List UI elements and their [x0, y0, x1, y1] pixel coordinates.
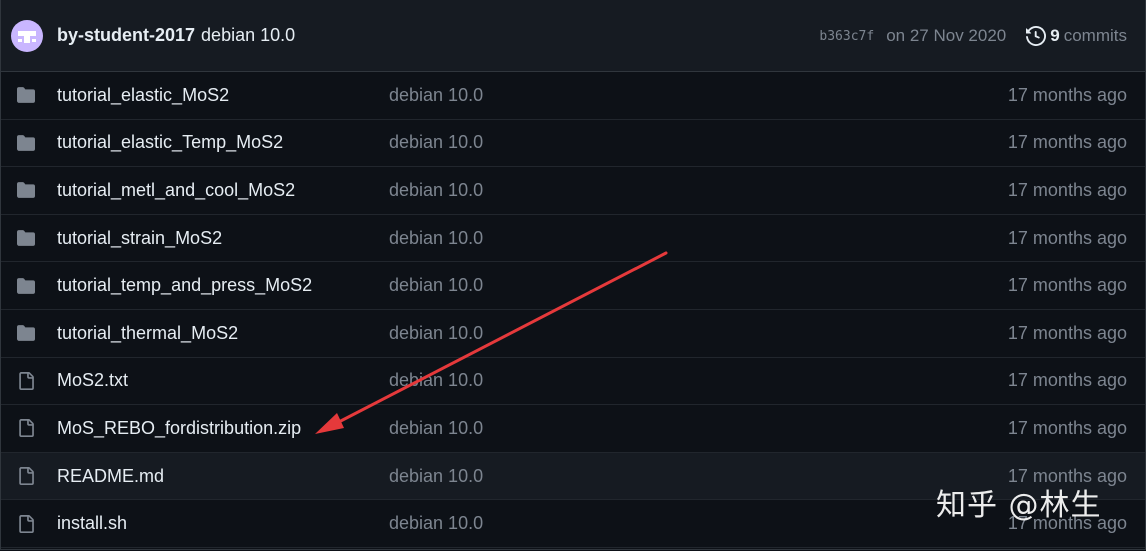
file-list: tutorial_elastic_MoS2 debian 10.0 17 month…	[1, 72, 1145, 548]
file-row[interactable]: tutorial_elastic_Temp_MoS2 debian 10.0 17 …	[1, 120, 1145, 168]
commits-history-link[interactable]: 9 commits	[1026, 26, 1127, 46]
file-commit-message-link[interactable]: debian 10.0	[389, 85, 1008, 106]
file-commit-message-link[interactable]: debian 10.0	[389, 132, 1008, 153]
history-icon	[1026, 25, 1047, 46]
file-row[interactable]: MoS2.txt debian 10.0 17 months ago	[1, 358, 1145, 406]
file-row[interactable]: tutorial_thermal_MoS2 debian 10.0 17 month…	[1, 310, 1145, 358]
file-commit-message-link[interactable]: debian 10.0	[389, 418, 1008, 439]
file-commit-message-link[interactable]: debian 10.0	[389, 180, 1008, 201]
folder-icon	[15, 229, 37, 247]
commit-sha-link[interactable]: b363c7f	[819, 29, 874, 44]
file-commit-age: 17 months ago	[1007, 417, 1127, 438]
file-name-link[interactable]: install.sh	[57, 513, 389, 534]
file-commit-message-link[interactable]: debian 10.0	[389, 228, 1008, 249]
file-commit-message-link[interactable]: debian 10.0	[389, 513, 1008, 534]
file-icon	[15, 514, 37, 534]
folder-icon	[15, 324, 37, 342]
file-commit-age: 17 months ago	[1007, 179, 1127, 200]
commit-date: on 27 Nov 2020	[886, 25, 1007, 45]
folder-icon	[15, 277, 37, 295]
file-commit-message-link[interactable]: debian 10.0	[389, 466, 1008, 487]
folder-icon	[15, 134, 37, 152]
file-name-link[interactable]: tutorial_elastic_MoS2	[57, 85, 389, 106]
repo-file-browser: by-student-2017 debian 10.0 b363c7f on 2…	[0, 0, 1146, 550]
file-commit-message-link[interactable]: debian 10.0	[389, 370, 1008, 391]
file-name-link[interactable]: tutorial_strain_MoS2	[57, 228, 389, 249]
commits-count: 9	[1050, 25, 1060, 45]
file-name-link[interactable]: tutorial_metl_and_cool_MoS2	[57, 180, 389, 201]
file-name-link[interactable]: tutorial_temp_and_press_MoS2	[57, 275, 389, 296]
file-commit-age: 17 months ago	[1007, 370, 1127, 391]
file-name-link[interactable]: README.md	[57, 466, 389, 487]
file-name-link[interactable]: MoS_REBO_fordistribution.zip	[57, 418, 389, 439]
latest-commit-bar: by-student-2017 debian 10.0 b363c7f on 2…	[1, 0, 1145, 72]
file-commit-age: 17 months ago	[1007, 84, 1127, 105]
file-icon	[15, 371, 37, 391]
file-name-link[interactable]: tutorial_elastic_Temp_MoS2	[57, 132, 389, 153]
watermark: 知乎 @林生	[936, 488, 1102, 523]
file-commit-age: 17 months ago	[1007, 227, 1127, 248]
file-row[interactable]: MoS_REBO_fordistribution.zip debian 10.0 1…	[1, 405, 1145, 453]
author-avatar[interactable]	[11, 19, 43, 52]
file-name-link[interactable]: tutorial_thermal_MoS2	[57, 323, 389, 344]
commit-author-link[interactable]: by-student-2017	[57, 25, 195, 46]
file-icon	[15, 466, 37, 486]
file-commit-message-link[interactable]: debian 10.0	[389, 275, 1008, 296]
folder-icon	[15, 181, 37, 199]
file-commit-age: 17 months ago	[1007, 275, 1127, 296]
avatar-identicon	[18, 30, 36, 43]
file-row[interactable]: tutorial_metl_and_cool_MoS2 debian 10.0 17…	[1, 167, 1145, 215]
commits-label: commits	[1063, 25, 1127, 45]
commit-message-link[interactable]: debian 10.0	[201, 25, 295, 46]
file-row[interactable]: tutorial_elastic_MoS2 debian 10.0 17 month…	[1, 72, 1145, 120]
file-name-link[interactable]: MoS2.txt	[57, 370, 389, 391]
folder-icon	[15, 86, 37, 104]
file-commit-message-link[interactable]: debian 10.0	[389, 323, 1008, 344]
file-row[interactable]: tutorial_temp_and_press_MoS2 debian 10.0 1…	[1, 262, 1145, 310]
file-commit-age: 17 months ago	[1007, 322, 1127, 343]
file-row[interactable]: tutorial_strain_MoS2 debian 10.0 17 months…	[1, 215, 1145, 263]
file-commit-age: 17 months ago	[1007, 132, 1127, 153]
file-icon	[15, 418, 37, 438]
